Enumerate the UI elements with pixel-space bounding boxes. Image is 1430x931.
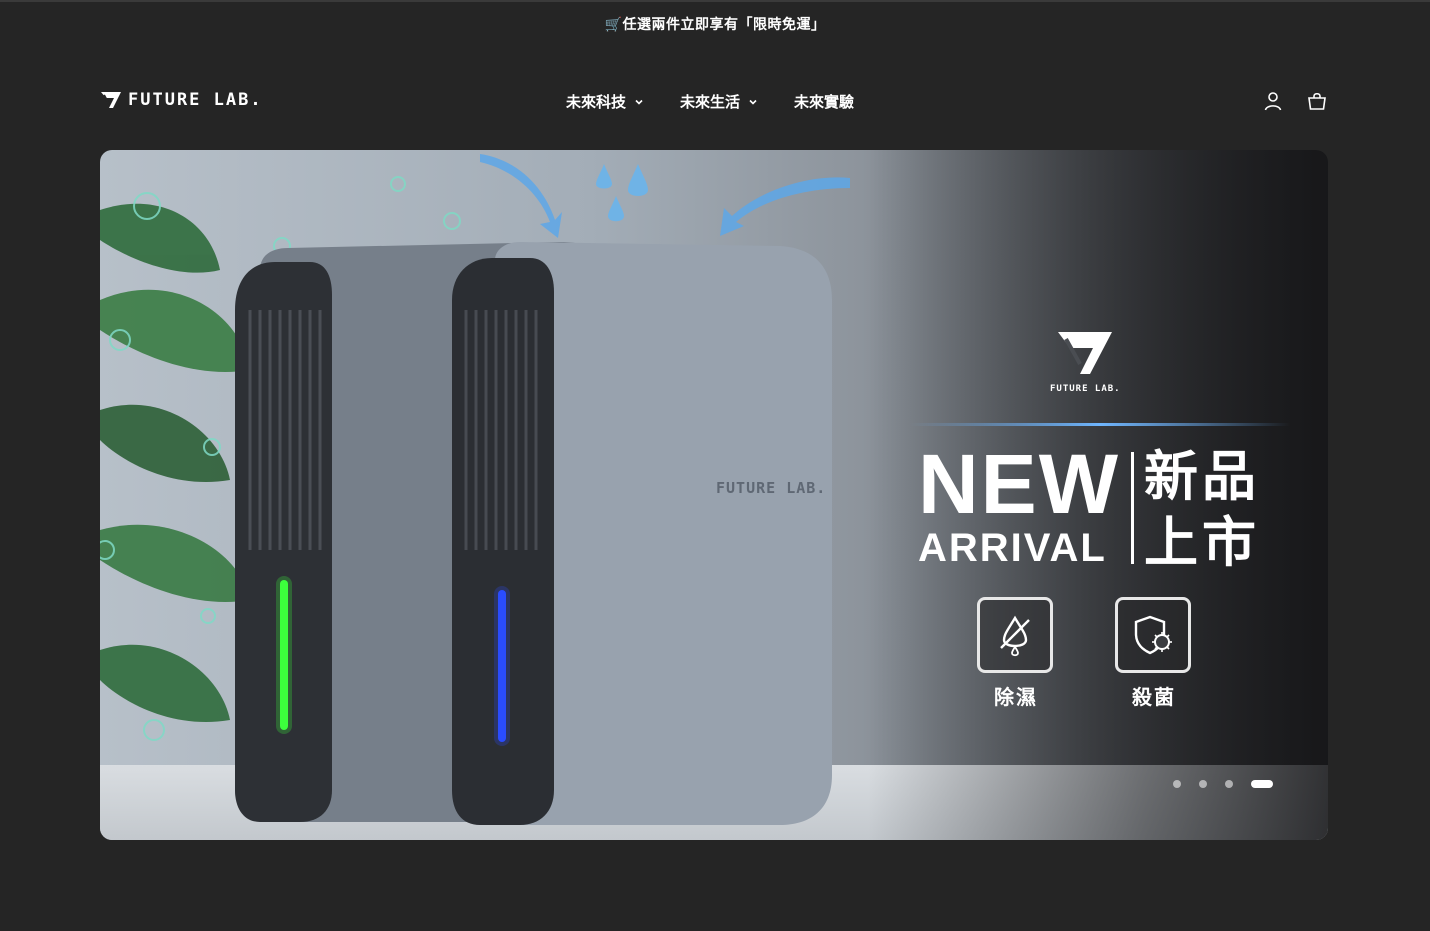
product-print: FUTURE LAB.	[716, 479, 826, 497]
slide-dot-3[interactable]	[1225, 780, 1233, 788]
nav-item-label: 未來生活	[680, 93, 741, 111]
shield-virus-icon	[1134, 615, 1172, 655]
header-actions	[1262, 90, 1328, 112]
water-drops	[596, 164, 648, 222]
feature-label: 除濕	[994, 685, 1038, 709]
future-lab-logo-icon	[1058, 332, 1112, 374]
feature-sterilize: 殺菌	[1115, 597, 1193, 710]
airflow-arrows	[480, 154, 850, 238]
nav-item-future-tech[interactable]: 未來科技	[566, 91, 644, 112]
announcement-bar: 🛒任選兩件立即享有「限時免運」	[604, 17, 826, 33]
feature-label: 殺菌	[1132, 685, 1176, 709]
user-icon[interactable]	[1262, 90, 1284, 112]
feature-icon-box	[977, 597, 1053, 673]
feature-dehumidify: 除濕	[977, 597, 1055, 710]
nav-item-future-lab[interactable]: 未來實驗	[794, 91, 854, 112]
hero-brand-block: FUTURE LAB.	[1050, 330, 1120, 394]
nav-item-label: 未來科技	[566, 93, 627, 111]
headline-arrival: ARRIVAL	[918, 526, 1107, 570]
cart-icon[interactable]	[1306, 90, 1328, 112]
glow-divider	[910, 423, 1290, 426]
nav-item-label: 未來實驗	[794, 93, 855, 111]
headline-zh-new: 新品	[1144, 445, 1260, 508]
main-nav: 未來科技 未來生活 未來實驗	[566, 91, 854, 112]
site-header: FUTURE LAB. 未來科技 未來生活 未來實驗	[100, 80, 1328, 124]
plant-leaves	[100, 203, 250, 722]
hero-brand-name: FUTURE LAB.	[1050, 384, 1121, 394]
slide-dot-2[interactable]	[1199, 780, 1207, 788]
slide-dot-1[interactable]	[1173, 780, 1181, 788]
headline-divider	[1131, 452, 1134, 564]
future-lab-logo-icon	[101, 92, 121, 108]
slide-dot-4-active[interactable]	[1251, 780, 1273, 788]
brand-logo[interactable]: FUTURE LAB.	[100, 90, 263, 110]
feature-icon-box	[1115, 597, 1191, 673]
headline-new: NEW	[918, 437, 1120, 531]
dehumidifier-front	[452, 242, 832, 825]
chevron-down-icon	[749, 99, 757, 105]
slider-pagination	[1173, 780, 1273, 788]
nav-item-future-life[interactable]: 未來生活	[680, 91, 758, 112]
headline-zh-launch: 上市	[1144, 511, 1260, 574]
top-border	[0, 0, 1430, 2]
chevron-down-icon	[635, 99, 643, 105]
brand-name: FUTURE LAB.	[128, 90, 263, 110]
no-droplet-icon	[1000, 615, 1030, 657]
hero-banner[interactable]: FUTURE LAB. FUTURE LAB. NEW ARRIVAL 新品 上…	[100, 150, 1328, 840]
